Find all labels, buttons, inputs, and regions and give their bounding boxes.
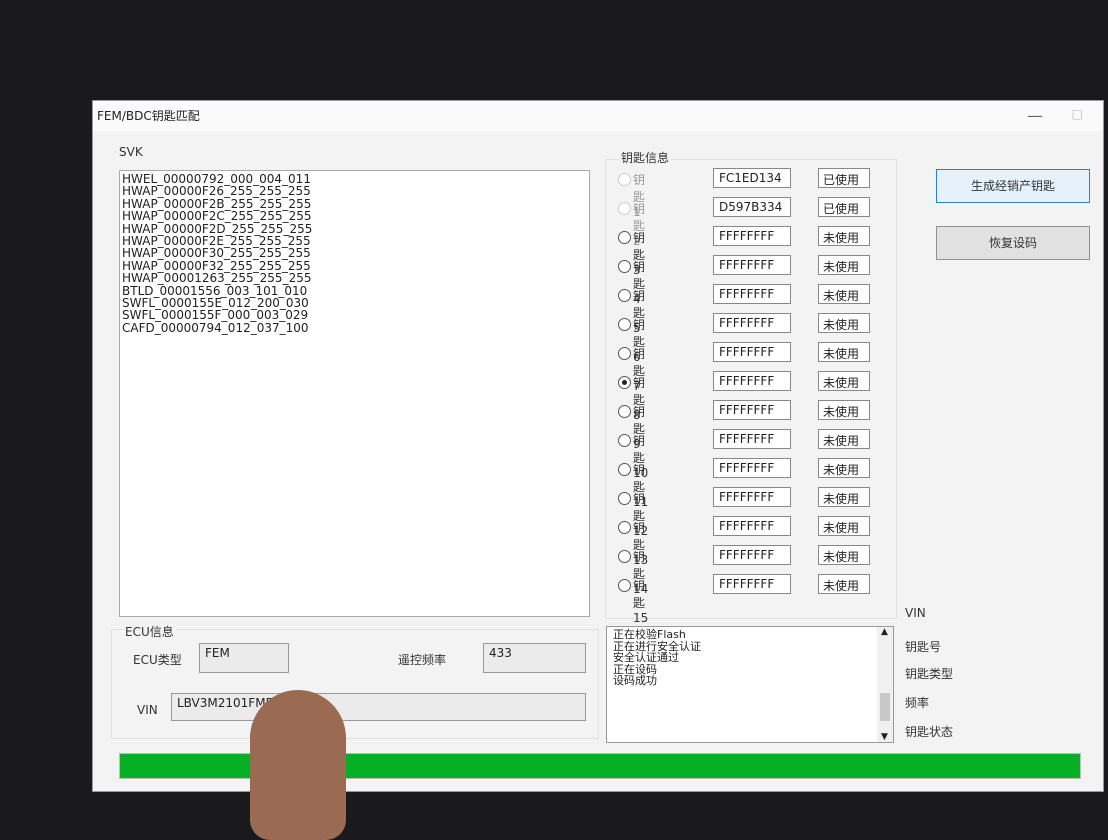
generate-key-button[interactable]: 生成经销产钥匙 bbox=[936, 169, 1090, 203]
key-status-field[interactable]: 未使用 bbox=[818, 284, 870, 304]
key-status-field[interactable]: 未使用 bbox=[818, 255, 870, 275]
key-status-field[interactable]: 已使用 bbox=[818, 168, 870, 188]
key-status-field[interactable]: 未使用 bbox=[818, 487, 870, 507]
log-line: 设码成功 bbox=[613, 674, 657, 687]
key-radio[interactable] bbox=[618, 550, 631, 563]
svk-list-item[interactable]: SWFL_0000155F_000_003_029 bbox=[120, 309, 589, 322]
key-id-field[interactable]: FFFFFFFF bbox=[713, 458, 791, 478]
key-id-field[interactable]: FFFFFFFF bbox=[713, 516, 791, 536]
key-match-window: FEM/BDC钥匙匹配 — □ SVK HWEL_00000792_000_00… bbox=[92, 100, 1104, 792]
key-status-field[interactable]: 未使用 bbox=[818, 342, 870, 362]
window-title: FEM/BDC钥匙匹配 bbox=[97, 109, 200, 123]
info-vin-label: VIN bbox=[905, 606, 926, 620]
key-status-field[interactable]: 未使用 bbox=[818, 574, 870, 594]
key-radio[interactable] bbox=[618, 347, 631, 360]
key-radio[interactable] bbox=[618, 289, 631, 302]
log-line: 正在校验Flash bbox=[613, 628, 686, 641]
key-radio[interactable] bbox=[618, 492, 631, 505]
key-status-field[interactable]: 未使用 bbox=[818, 545, 870, 565]
key-radio[interactable] bbox=[618, 434, 631, 447]
key-id-field[interactable]: FFFFFFFF bbox=[713, 429, 791, 449]
key-radio[interactable] bbox=[618, 463, 631, 476]
key-id-field[interactable]: FFFFFFFF bbox=[713, 400, 791, 420]
ecu-type-field[interactable]: FEM bbox=[199, 643, 289, 673]
key-status-field[interactable]: 未使用 bbox=[818, 313, 870, 333]
minimize-button[interactable]: — bbox=[1027, 106, 1043, 125]
info-key-number-label: 钥匙号 bbox=[905, 640, 942, 654]
key-radio[interactable] bbox=[618, 376, 631, 389]
key-status-field[interactable]: 未使用 bbox=[818, 226, 870, 246]
ecu-info-label: ECU信息 bbox=[123, 623, 176, 640]
restore-coding-button[interactable]: 恢复设码 bbox=[936, 226, 1090, 260]
key-id-field[interactable]: FFFFFFFF bbox=[713, 574, 791, 594]
key-status-field[interactable]: 未使用 bbox=[818, 429, 870, 449]
key-id-field[interactable]: FC1ED134 bbox=[713, 168, 791, 188]
svk-list-item[interactable]: CAFD_00000794_012_037_100 bbox=[120, 321, 589, 334]
key-radio[interactable] bbox=[618, 231, 631, 244]
vin-label: VIN bbox=[137, 703, 158, 717]
svk-list-item[interactable]: HWAP_00000F2C_255_255_255 bbox=[120, 210, 589, 223]
key-label: 钥匙15 bbox=[633, 579, 649, 625]
ecu-type-label: ECU类型 bbox=[133, 653, 182, 667]
maximize-button[interactable]: □ bbox=[1072, 107, 1083, 121]
key-id-field[interactable]: FFFFFFFF bbox=[713, 313, 791, 333]
svk-list-item[interactable]: HWAP_00000F26_255_255_255 bbox=[120, 185, 589, 198]
key-status-field[interactable]: 未使用 bbox=[818, 458, 870, 478]
key-id-field[interactable]: D597B334 bbox=[713, 197, 791, 217]
log-line: 安全认证通过 bbox=[613, 651, 679, 664]
svk-list-item[interactable]: HWAP_00000F30_255_255_255 bbox=[120, 247, 589, 260]
key-id-field[interactable]: FFFFFFFF bbox=[713, 545, 791, 565]
scroll-up-icon[interactable]: ▲ bbox=[881, 627, 888, 637]
key-radio[interactable] bbox=[618, 521, 631, 534]
svk-label: SVK bbox=[119, 145, 143, 159]
key-id-field[interactable]: FFFFFFFF bbox=[713, 342, 791, 362]
info-key-type-label: 钥匙类型 bbox=[905, 667, 954, 681]
scroll-thumb[interactable] bbox=[880, 693, 890, 721]
key-radio[interactable] bbox=[618, 579, 631, 592]
status-log[interactable]: 正在校验Flash 正在进行安全认证 安全认证通过 正在设码 设码成功 ▲ ▼ bbox=[606, 626, 894, 743]
title-bar: FEM/BDC钥匙匹配 — □ bbox=[93, 101, 1103, 131]
svk-list-item[interactable]: HWAP_00001263_255_255_255 bbox=[120, 272, 589, 285]
log-scrollbar[interactable]: ▲ ▼ bbox=[877, 627, 893, 742]
key-radio[interactable] bbox=[618, 405, 631, 418]
key-id-field[interactable]: FFFFFFFF bbox=[713, 226, 791, 246]
key-id-field[interactable]: FFFFFFFF bbox=[713, 284, 791, 304]
vin-field[interactable]: LBV3M2101FMF bbox=[171, 693, 586, 721]
info-key-status-label: 钥匙状态 bbox=[905, 725, 954, 739]
key-radio[interactable] bbox=[618, 318, 631, 331]
scroll-down-icon[interactable]: ▼ bbox=[881, 732, 888, 742]
key-radio bbox=[618, 173, 631, 186]
key-status-field[interactable]: 未使用 bbox=[818, 516, 870, 536]
info-frequency-label: 频率 bbox=[905, 696, 930, 710]
key-status-field[interactable]: 未使用 bbox=[818, 400, 870, 420]
key-id-field[interactable]: FFFFFFFF bbox=[713, 371, 791, 391]
finger-occlusion bbox=[250, 690, 346, 840]
key-radio bbox=[618, 202, 631, 215]
key-info-label: 钥匙信息 bbox=[619, 149, 672, 166]
key-status-field[interactable]: 未使用 bbox=[818, 371, 870, 391]
svk-list[interactable]: HWEL_00000792_000_004_011 HWAP_00000F26_2… bbox=[119, 170, 590, 617]
key-id-field[interactable]: FFFFFFFF bbox=[713, 255, 791, 275]
key-radio[interactable] bbox=[618, 260, 631, 273]
key-id-field[interactable]: FFFFFFFF bbox=[713, 487, 791, 507]
remote-frequency-label: 遥控频率 bbox=[398, 653, 447, 667]
key-status-field[interactable]: 已使用 bbox=[818, 197, 870, 217]
remote-frequency-field[interactable]: 433 bbox=[483, 643, 586, 673]
